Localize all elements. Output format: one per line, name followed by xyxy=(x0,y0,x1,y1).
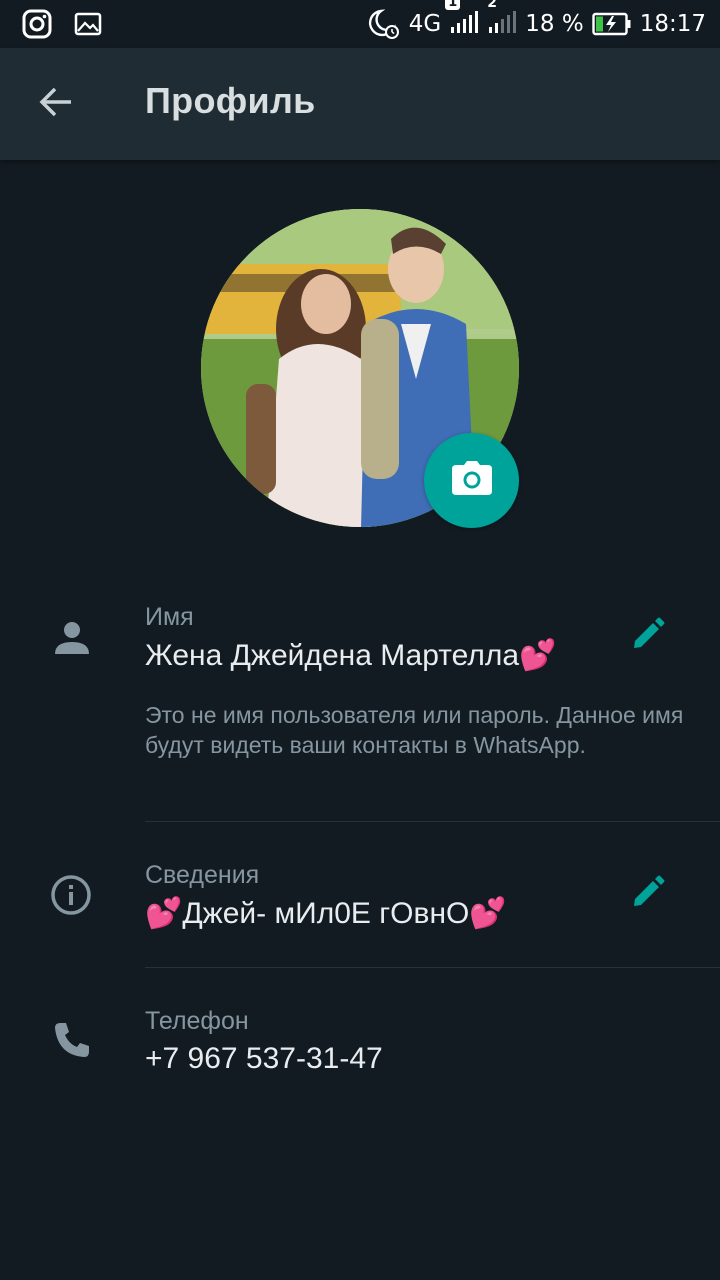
divider xyxy=(145,967,720,968)
battery-charging-icon xyxy=(592,12,632,36)
pencil-icon xyxy=(631,875,665,914)
signal-weak-icon xyxy=(489,10,517,33)
arrow-left-icon xyxy=(38,86,74,123)
status-bar: 4G 1 2 18 % 18:17 xyxy=(0,0,720,48)
pencil-icon xyxy=(631,617,665,656)
network-type: 4G xyxy=(408,11,442,37)
name-hint: Это не имя пользователя или пароль. Данн… xyxy=(145,702,684,758)
back-button[interactable] xyxy=(26,76,86,132)
sim1-signal: 1 xyxy=(445,0,479,40)
change-photo-button[interactable] xyxy=(424,433,519,528)
phone-value: +7 967 537-31-47 xyxy=(145,1042,383,1075)
clock: 18:17 xyxy=(639,11,706,37)
do-not-disturb-alarm-icon xyxy=(365,8,401,40)
battery-percent: 18 % xyxy=(525,11,584,37)
divider xyxy=(145,821,720,822)
instagram-icon xyxy=(22,9,52,39)
about-label: Сведения xyxy=(145,861,260,889)
app-bar: Профиль xyxy=(0,48,720,160)
page-title: Профиль xyxy=(145,80,316,121)
phone-label: Телефон xyxy=(145,1007,249,1035)
sim2-signal: 2 xyxy=(487,0,517,40)
name-label: Имя xyxy=(145,603,194,631)
sim2-label: 2 xyxy=(487,0,498,11)
name-value[interactable]: Жена Джейдена Мартелла💕 xyxy=(145,638,556,673)
edit-name-button[interactable] xyxy=(620,608,676,664)
edit-about-button[interactable] xyxy=(620,866,676,922)
gallery-icon xyxy=(74,12,102,36)
sim1-badge: 1 xyxy=(445,0,461,10)
camera-icon xyxy=(451,460,493,501)
person-icon xyxy=(50,616,94,660)
about-value[interactable]: 💕Джей- мИл0Е гОвнО💕 xyxy=(145,896,507,931)
phone-icon xyxy=(50,1018,94,1062)
info-icon xyxy=(48,872,94,918)
signal-icon xyxy=(451,10,479,33)
